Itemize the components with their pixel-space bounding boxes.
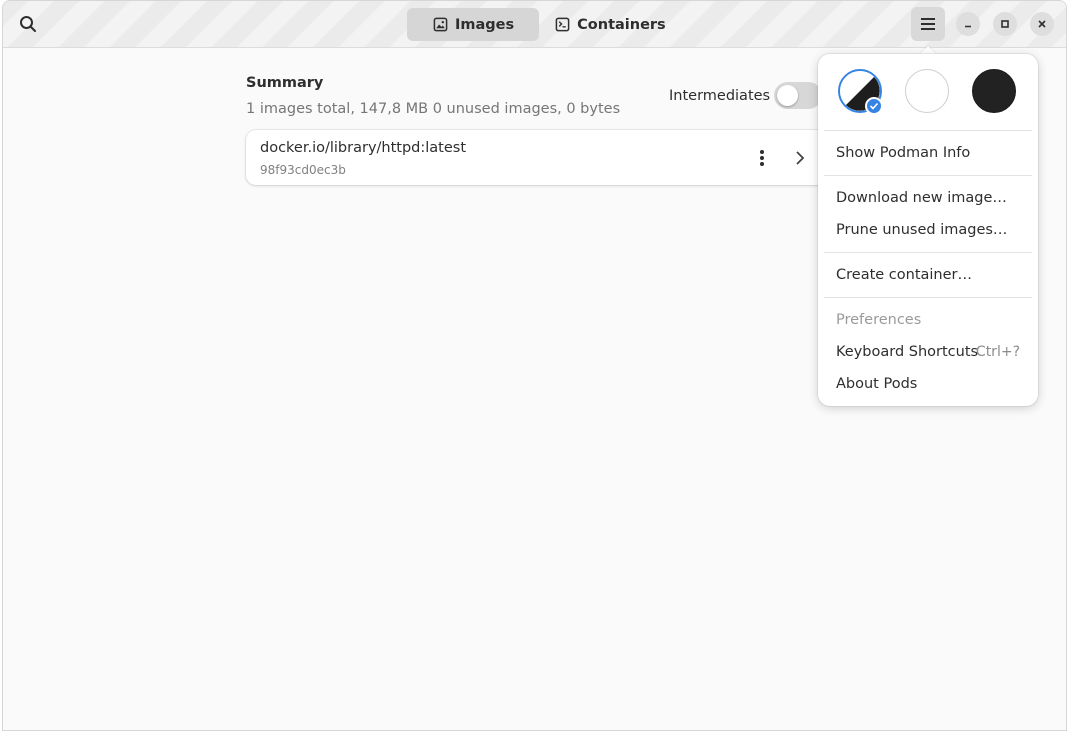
close-button[interactable] (1030, 12, 1054, 36)
menu-item-about[interactable]: About Pods (824, 369, 1032, 399)
menu-item-preferences: Preferences (824, 305, 1032, 335)
main-menu-button[interactable] (911, 7, 945, 41)
selected-check-icon (865, 97, 883, 115)
close-icon (1038, 20, 1046, 28)
tab-images[interactable]: Images (407, 8, 540, 41)
menu-separator (824, 175, 1032, 176)
tab-containers-label: Containers (577, 16, 666, 33)
image-details-button[interactable] (787, 145, 813, 171)
image-actions-button[interactable] (749, 145, 775, 171)
image-row[interactable]: docker.io/library/httpd:latest 98f93cd0e… (246, 130, 836, 185)
chevron-right-icon (796, 151, 805, 165)
theme-dark-button[interactable] (972, 69, 1016, 113)
menu-separator (824, 252, 1032, 253)
intermediates-label: Intermediates (669, 88, 771, 104)
main-menu-popover: Show Podman Info Download new image… Pru… (818, 54, 1038, 406)
minimize-button[interactable] (956, 12, 980, 36)
intermediates-switch[interactable] (774, 82, 822, 109)
summary-title: Summary (246, 75, 324, 91)
menu-separator (824, 297, 1032, 298)
tab-containers[interactable]: Containers (541, 8, 680, 41)
image-id: 98f93cd0ec3b (260, 163, 346, 177)
maximize-icon (1001, 20, 1009, 28)
hamburger-icon (921, 18, 935, 30)
menu-item-label: Download new image… (836, 190, 1007, 206)
minimize-icon (965, 25, 971, 28)
menu-item-keyboard-shortcuts[interactable]: Keyboard Shortcuts Ctrl+? (824, 337, 1032, 367)
tab-images-label: Images (455, 16, 515, 33)
theme-light-button[interactable] (905, 69, 949, 113)
search-button[interactable] (13, 9, 43, 39)
maximize-button[interactable] (993, 12, 1017, 36)
theme-selector (818, 54, 1038, 130)
shortcut-accelerator: Ctrl+? (975, 344, 1020, 360)
image-icon (433, 17, 448, 32)
image-name: docker.io/library/httpd:latest (260, 140, 467, 156)
menu-item-label: Keyboard Shortcuts (836, 344, 979, 360)
menu-item-label: About Pods (836, 376, 918, 392)
menu-item-create-container[interactable]: Create container… (824, 260, 1032, 290)
menu-item-label: Create container… (836, 267, 972, 283)
menu-item-label: Prune unused images… (836, 222, 1008, 238)
menu-item-label: Preferences (836, 312, 922, 328)
more-vertical-icon (760, 150, 764, 166)
menu-separator (824, 130, 1032, 131)
terminal-icon (555, 17, 570, 32)
view-switcher: Images Containers (407, 8, 680, 41)
menu-item-download-image[interactable]: Download new image… (824, 183, 1032, 213)
search-icon (20, 16, 36, 32)
menu-item-prune-images[interactable]: Prune unused images… (824, 215, 1032, 245)
menu-item-label: Show Podman Info (836, 145, 971, 161)
summary-subtitle: 1 images total, 147,8 MB 0 unused images… (246, 101, 621, 117)
switch-knob (777, 85, 798, 106)
header-bar: Images Containers (3, 1, 1066, 48)
menu-item-show-podman-info[interactable]: Show Podman Info (824, 138, 1032, 168)
